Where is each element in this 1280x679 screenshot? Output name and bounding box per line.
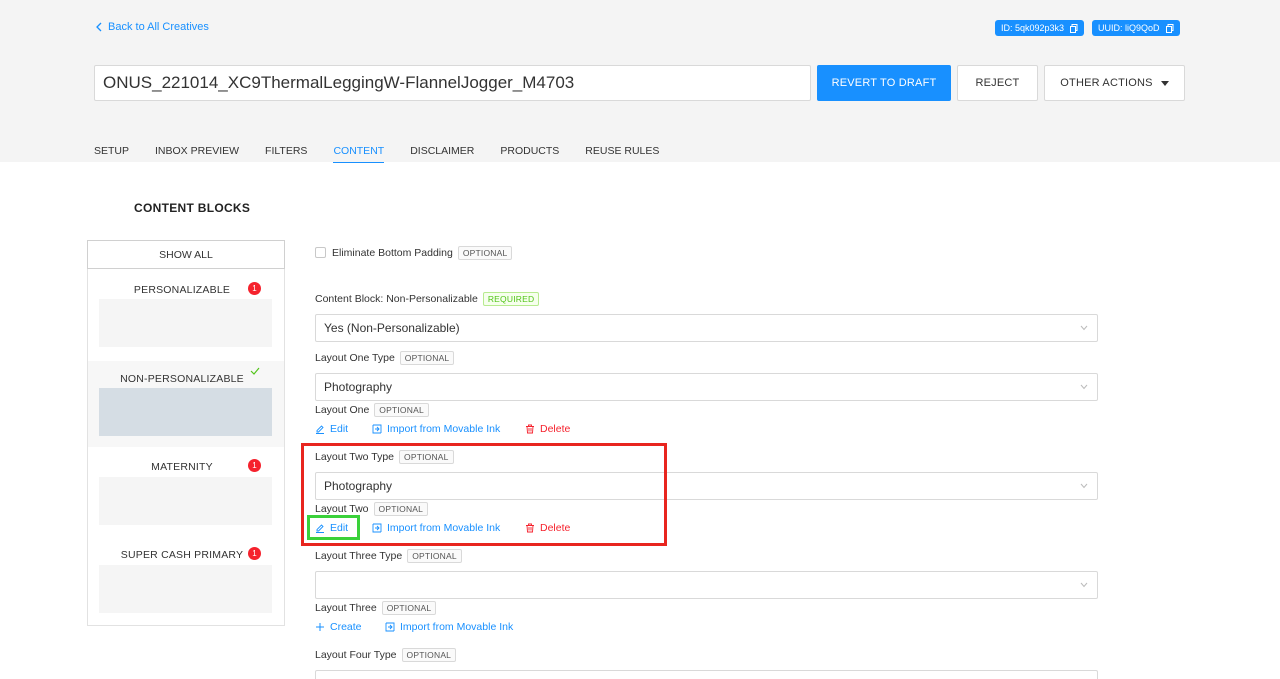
layout-one-type-select[interactable]: Photography <box>315 373 1098 401</box>
field-label: Content Block: Non-Personalizable <box>315 293 478 305</box>
caret-down-icon <box>1160 80 1169 86</box>
sidebar-item-super-cash-primary[interactable]: SUPER CASH PRIMARY 1 <box>88 539 284 625</box>
sidebar-item-non-personalizable[interactable]: NON-PERSONALIZABLE <box>88 361 284 447</box>
uuid-badge-label: UUID: liQ9QoD <box>1098 23 1160 33</box>
field-label: Layout One Type <box>315 352 395 364</box>
import-icon <box>372 424 382 434</box>
back-link-label: Back to All Creatives <box>108 21 209 33</box>
optional-tag: OPTIONAL <box>381 601 437 615</box>
field-label: Layout Three Type <box>315 550 403 562</box>
revert-to-draft-button[interactable]: REVERT TO DRAFT <box>817 65 951 101</box>
block-preview <box>99 565 272 613</box>
tab-content[interactable]: CONTENT <box>333 145 385 163</box>
layout-three-type-select[interactable] <box>315 571 1098 599</box>
sidebar-item-maternity[interactable]: MATERNITY 1 <box>88 451 284 539</box>
select-value: Yes (Non-Personalizable) <box>324 321 460 335</box>
required-tag: REQUIRED <box>482 292 540 306</box>
id-badge[interactable]: ID: 5qk092p3k3 <box>995 20 1085 36</box>
edit-button[interactable]: Edit <box>315 423 348 435</box>
block-preview <box>99 477 272 525</box>
field-label: Layout Four Type <box>315 649 397 661</box>
layout-four-type-label: Layout Four Type OPTIONAL <box>315 648 457 662</box>
sidebar-item-label: NON-PERSONALIZABLE <box>120 373 244 385</box>
tab-disclaimer[interactable]: DISCLAIMER <box>410 145 474 163</box>
error-count-badge: 1 <box>248 459 261 472</box>
delete-button[interactable]: Delete <box>525 423 570 435</box>
content-blocks-sidebar: SHOW ALL PERSONALIZABLE 1 NON-PERSONALIZ… <box>87 240 285 626</box>
check-icon <box>250 367 260 375</box>
optional-tag: OPTIONAL <box>374 403 429 417</box>
delete-label: Delete <box>540 423 571 435</box>
eliminate-padding-label: Eliminate Bottom Padding OPTIONAL <box>332 246 513 260</box>
error-count-badge: 1 <box>248 282 261 295</box>
eliminate-padding-checkbox[interactable] <box>315 247 326 258</box>
plus-icon <box>316 623 324 631</box>
chevron-down-icon <box>1080 483 1088 489</box>
tab-inbox-preview[interactable]: INBOX PREVIEW <box>155 145 239 163</box>
block-preview <box>99 388 272 436</box>
sidebar-item-personalizable[interactable]: PERSONALIZABLE 1 <box>88 271 284 361</box>
error-count-badge: 1 <box>248 547 261 560</box>
reject-button[interactable]: REJECT <box>957 65 1038 101</box>
chevron-down-icon <box>1080 582 1088 588</box>
content-block-label: Content Block: Non-Personalizable REQUIR… <box>315 292 540 306</box>
uuid-badge[interactable]: UUID: liQ9QoD <box>1092 20 1180 36</box>
trash-icon <box>526 424 534 434</box>
layout-three-label: Layout Three OPTIONAL <box>315 601 437 615</box>
creative-title-input[interactable]: ONUS_221014_XC9ThermalLeggingW-FlannelJo… <box>94 65 811 101</box>
layout-four-type-select[interactable] <box>315 670 1098 679</box>
import-icon <box>385 622 395 632</box>
id-badge-label: ID: 5qk092p3k3 <box>1001 23 1065 33</box>
content-block-select[interactable]: Yes (Non-Personalizable) <box>315 314 1098 342</box>
chevron-down-icon <box>1080 325 1088 331</box>
import-label: Import from Movable Ink <box>400 621 514 633</box>
field-label: Eliminate Bottom Padding <box>332 247 453 259</box>
select-value: Photography <box>324 380 393 394</box>
import-movable-ink-button[interactable]: Import from Movable Ink <box>385 621 513 633</box>
optional-tag: OPTIONAL <box>401 648 457 662</box>
other-actions-button[interactable]: OTHER ACTIONS <box>1044 65 1185 101</box>
back-link[interactable]: Back to All Creatives <box>95 21 209 33</box>
import-label: Import from Movable Ink <box>387 423 501 435</box>
highlight-box-green <box>307 515 360 540</box>
optional-tag: OPTIONAL <box>457 246 513 260</box>
copy-icon <box>1070 23 1078 33</box>
content-blocks-title: CONTENT BLOCKS <box>134 201 251 215</box>
field-label: Layout One <box>315 404 370 416</box>
layout-three-type-label: Layout Three Type OPTIONAL <box>315 549 462 563</box>
copy-icon <box>1165 23 1174 33</box>
tab-setup[interactable]: SETUP <box>94 145 129 163</box>
edit-label: Edit <box>330 423 349 435</box>
tab-bar: SETUP INBOX PREVIEW FILTERS CONTENT DISC… <box>94 145 685 163</box>
tab-filters[interactable]: FILTERS <box>265 145 307 163</box>
create-button[interactable]: Create <box>315 621 362 633</box>
edit-icon <box>316 425 324 434</box>
tab-reuse-rules[interactable]: REUSE RULES <box>585 145 659 163</box>
tab-products[interactable]: PRODUCTS <box>500 145 559 163</box>
layout-one-label: Layout One OPTIONAL <box>315 403 429 417</box>
optional-tag: OPTIONAL <box>399 351 455 365</box>
import-movable-ink-button[interactable]: Import from Movable Ink <box>372 423 500 435</box>
layout-one-type-label: Layout One Type OPTIONAL <box>315 351 455 365</box>
optional-tag: OPTIONAL <box>407 549 462 563</box>
field-label: Layout Three <box>315 602 377 614</box>
other-actions-label: OTHER ACTIONS <box>1060 77 1153 89</box>
block-preview <box>99 299 272 347</box>
show-all-button[interactable]: SHOW ALL <box>87 240 285 269</box>
chevron-down-icon <box>1080 384 1088 390</box>
create-label: Create <box>330 621 362 633</box>
chevron-left-icon <box>96 22 102 32</box>
